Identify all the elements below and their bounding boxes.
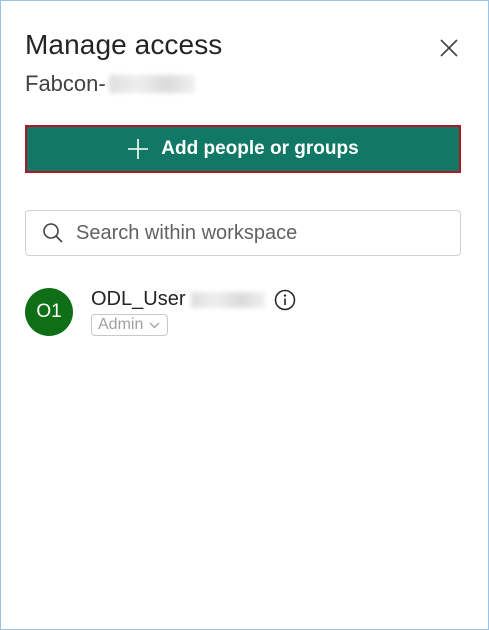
workspace-name: Fabcon-: [25, 71, 195, 97]
avatar: O1: [25, 288, 73, 336]
manage-access-panel: Manage access Fabcon- Add people or grou…: [0, 0, 489, 630]
role-dropdown[interactable]: Admin: [91, 314, 169, 336]
member-name: ODL_User: [91, 288, 266, 311]
redacted-workspace-id: [108, 75, 195, 93]
add-people-button[interactable]: Add people or groups: [25, 125, 461, 173]
search-box[interactable]: [25, 210, 461, 256]
panel-title: Manage access: [25, 29, 223, 60]
search-input[interactable]: [74, 220, 438, 246]
info-icon[interactable]: [274, 289, 296, 311]
add-people-label: Add people or groups: [161, 138, 359, 159]
redacted-user-id: [191, 291, 266, 308]
workspace-name-prefix: Fabcon-: [25, 71, 106, 96]
plus-icon: [128, 139, 149, 159]
close-icon: [440, 39, 458, 57]
close-button[interactable]: [438, 37, 460, 59]
member-name-text: ODL_User: [91, 288, 186, 310]
role-label: Admin: [98, 316, 144, 333]
search-icon: [43, 223, 63, 243]
chevron-down-icon: [149, 322, 160, 328]
